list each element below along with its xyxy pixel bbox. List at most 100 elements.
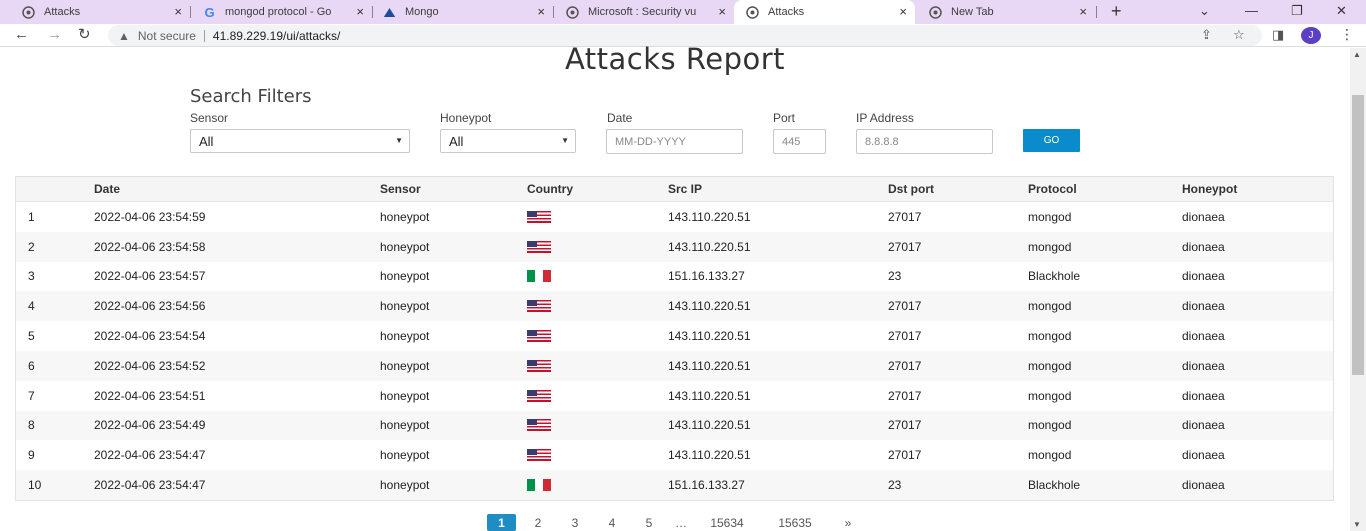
cell-src-ip: 151.16.133.27 (668, 269, 745, 284)
warning-triangle-icon[interactable]: ▲ (118, 29, 130, 43)
cell-src-ip: 151.16.133.27 (668, 478, 745, 493)
cell-src-ip: 143.110.220.51 (668, 239, 751, 254)
cell-date: 2022-04-06 23:54:57 (94, 269, 206, 284)
page-link-3[interactable]: 3 (564, 514, 586, 531)
tab-title: mongod protocol - Go (225, 6, 332, 18)
tab-close-icon[interactable]: × (718, 4, 726, 20)
cell-honeypot: dionaea (1182, 478, 1225, 493)
page-link-15634[interactable]: 15634 (702, 514, 752, 531)
tab-title: Attacks (768, 6, 805, 18)
table-header-row: Date Sensor Country Src IP Dst port Prot… (16, 177, 1333, 202)
chrome-favicon-icon (746, 5, 759, 19)
honeypot-label: Honeypot (440, 111, 492, 125)
header-date[interactable]: Date (94, 177, 120, 201)
cell-date: 2022-04-06 23:54:47 (94, 448, 206, 463)
go-button[interactable]: GO (1023, 129, 1080, 152)
table-row: 4 2022-04-06 23:54:56 honeypot 143.110.220.… (16, 291, 1333, 322)
cell-sensor: honeypot (380, 448, 430, 463)
cell-protocol: mongod (1028, 209, 1072, 224)
tab-microsoft-security[interactable]: Microsoft : Security vu × (554, 0, 734, 24)
tab-close-icon[interactable]: × (537, 4, 545, 20)
us-flag-icon (527, 330, 551, 343)
header-honeypot[interactable]: Honeypot (1182, 177, 1237, 201)
header-country[interactable]: Country (527, 177, 573, 201)
new-tab-button[interactable]: + (1111, 1, 1122, 21)
tab-close-icon[interactable]: × (356, 4, 364, 20)
scrollbar-thumb[interactable] (1352, 95, 1364, 375)
cell-index: 10 (28, 478, 42, 493)
ip-address-label: IP Address (856, 111, 914, 125)
header-dst-port[interactable]: Dst port (888, 177, 934, 201)
cell-src-ip: 143.110.220.51 (668, 358, 751, 373)
page-link-1[interactable]: 1 (487, 514, 516, 531)
tab-separator (1096, 6, 1097, 18)
page-link-5[interactable]: 5 (638, 514, 660, 531)
header-sensor[interactable]: Sensor (380, 177, 421, 201)
caret-down-icon: ▼ (561, 136, 569, 145)
page-link-2[interactable]: 2 (527, 514, 549, 531)
restore-icon[interactable]: ❐ (1291, 2, 1303, 20)
cell-sensor: honeypot (380, 299, 430, 314)
cell-dst-port: 27017 (888, 388, 922, 403)
cell-index: 3 (28, 269, 35, 284)
cell-src-ip: 143.110.220.51 (668, 418, 751, 433)
tab-close-icon[interactable]: × (174, 4, 182, 20)
us-flag-icon (527, 449, 551, 462)
cell-sensor: honeypot (380, 418, 430, 433)
url-text[interactable]: 41.89.229.19/ui/attacks/ (213, 29, 340, 43)
tab-new-tab[interactable]: New Tab × (915, 0, 1095, 24)
tab-search-icon[interactable]: ⌄ (1199, 2, 1210, 20)
tab-attacks-active[interactable]: Attacks × (734, 0, 915, 24)
tab-close-icon[interactable]: × (899, 4, 907, 20)
us-flag-icon (527, 240, 551, 253)
cell-index: 8 (28, 418, 35, 433)
cell-dst-port: 27017 (888, 299, 922, 314)
cell-country (527, 351, 551, 381)
minimize-icon[interactable]: — (1245, 2, 1258, 20)
table-row: 10 2022-04-06 23:54:47 honeypot 151.16.133.… (16, 470, 1333, 500)
cell-date: 2022-04-06 23:54:52 (94, 358, 206, 373)
omnibox-divider (203, 29, 205, 42)
scroll-up-icon[interactable]: ▲ (1353, 50, 1361, 59)
us-flag-icon (527, 389, 551, 402)
cell-protocol: mongod (1028, 239, 1072, 254)
close-window-icon[interactable]: ✕ (1336, 2, 1347, 20)
cell-date: 2022-04-06 23:54:54 (94, 329, 206, 344)
side-panel-icon[interactable]: ◨ (1272, 27, 1284, 43)
page-link-4[interactable]: 4 (601, 514, 623, 531)
cell-sensor: honeypot (380, 478, 430, 493)
cell-sensor: honeypot (380, 329, 430, 344)
scroll-down-icon[interactable]: ▼ (1353, 520, 1361, 529)
honeypot-select[interactable]: All ▼ (440, 129, 576, 153)
cell-country (527, 262, 551, 292)
share-icon[interactable]: ⇪ (1201, 27, 1212, 43)
date-label: Date (607, 111, 633, 125)
pagination: 1 2 3 4 5 … 15634 15635 » (0, 514, 1350, 531)
tab-close-icon[interactable]: × (1079, 4, 1087, 20)
cell-date: 2022-04-06 23:54:51 (94, 388, 206, 403)
next-page-link[interactable]: » (838, 514, 858, 531)
cell-country (527, 321, 551, 351)
tab-mongod-protocol[interactable]: G mongod protocol - Go × (191, 0, 372, 24)
header-src-ip[interactable]: Src IP (668, 177, 702, 201)
date-input[interactable]: MM-DD-YYYY (606, 129, 743, 154)
ip-address-input[interactable]: 8.8.8.8 (856, 129, 993, 154)
cell-sensor: honeypot (380, 269, 430, 284)
cell-dst-port: 23 (888, 269, 902, 284)
menu-kebab-icon[interactable]: ⋮ (1340, 26, 1354, 43)
sensor-select[interactable]: All ▼ (190, 129, 410, 153)
cell-index: 2 (28, 239, 35, 254)
cell-protocol: mongod (1028, 418, 1072, 433)
cell-dst-port: 27017 (888, 418, 922, 433)
table-row: 7 2022-04-06 23:54:51 honeypot 143.110.220.… (16, 380, 1333, 411)
cell-src-ip: 143.110.220.51 (668, 329, 751, 344)
cell-honeypot: dionaea (1182, 388, 1225, 403)
bookmark-star-icon[interactable]: ☆ (1233, 27, 1245, 43)
tab-attacks-1[interactable]: Attacks × (10, 0, 190, 24)
cell-date: 2022-04-06 23:54:56 (94, 299, 206, 314)
port-input[interactable]: 445 (773, 129, 826, 154)
header-protocol[interactable]: Protocol (1028, 177, 1077, 201)
page-link-15635[interactable]: 15635 (771, 514, 819, 531)
tab-mongo[interactable]: Mongo × (373, 0, 553, 24)
port-label: Port (773, 111, 796, 125)
